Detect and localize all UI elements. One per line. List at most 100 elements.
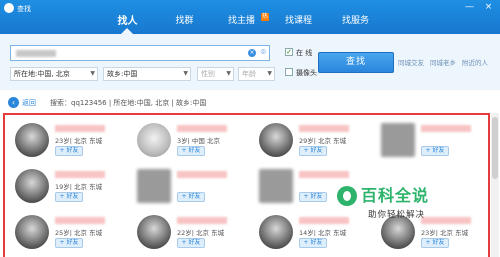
chevron-down-icon: ▼ xyxy=(90,68,95,80)
avatar[interactable] xyxy=(137,215,171,249)
search-summary: 搜索：qq123456 | 所在地:中国, 北京 | 故乡:中国 xyxy=(50,98,206,108)
avatar[interactable] xyxy=(15,123,49,157)
title-bar: 查找 — × 找人 找群 找主播 热 找课程 找服务 xyxy=(0,0,500,34)
link-local-hometown[interactable]: 同城老乡 xyxy=(430,57,456,67)
tab-find-group[interactable]: 找群 xyxy=(156,9,213,34)
breadcrumb: ‹ 返回 搜索：qq123456 | 所在地:中国, 北京 | 故乡:中国 xyxy=(0,91,500,113)
hot-badge: 热 xyxy=(261,13,269,21)
camera-checkbox[interactable] xyxy=(285,68,293,76)
scrollbar-thumb[interactable] xyxy=(492,117,498,179)
online-checkbox[interactable]: ✓ xyxy=(285,48,293,56)
avatar[interactable] xyxy=(259,123,293,157)
nickname-blurred xyxy=(299,171,349,178)
nickname-blurred xyxy=(421,125,471,132)
nickname-blurred xyxy=(55,125,105,132)
link-nearby-people[interactable]: 附近的人 xyxy=(462,57,488,67)
search-panel: × ⌾ ✓ 在 线 摄像头 查找 同城交友 同城老乡 附近的人 所在地:中国, … xyxy=(0,34,500,90)
avatar[interactable] xyxy=(137,123,171,157)
result-card[interactable]: 19岁| 北京 东城 + 好友 xyxy=(11,167,131,211)
age-value: 年龄 xyxy=(242,70,256,78)
online-label: 在 线 xyxy=(296,48,312,58)
add-friend-button[interactable]: + 好友 xyxy=(55,192,83,202)
user-info: 23岁| 北京 东城 xyxy=(55,135,102,145)
watermark-subtitle: 助你轻松解决 xyxy=(368,208,425,220)
search-input[interactable]: × ⌾ xyxy=(10,45,270,61)
add-friend-button[interactable]: + 好友 xyxy=(177,238,205,248)
add-friend-button[interactable]: + 好友 xyxy=(421,238,449,248)
user-info: 3岁| 中国 北京 xyxy=(177,135,220,145)
close-button[interactable]: × xyxy=(481,1,496,13)
tab-find-service[interactable]: 找服务 xyxy=(327,9,384,34)
search-input-value-blurred xyxy=(16,50,56,57)
nickname-blurred xyxy=(299,217,349,224)
result-card[interactable]: + 好友 xyxy=(255,167,375,211)
add-friend-button[interactable]: + 好友 xyxy=(299,192,327,202)
window-title: 查找 xyxy=(17,4,31,14)
result-card[interactable]: + 好友 xyxy=(133,167,253,211)
watermark-logo-icon xyxy=(337,186,357,206)
result-card[interactable]: 29岁| 北京 东城 + 好友 xyxy=(255,121,375,165)
add-friend-button[interactable]: + 好友 xyxy=(55,146,83,156)
minimize-button[interactable]: — xyxy=(462,1,477,13)
app-logo-icon xyxy=(4,3,14,13)
tab-find-people[interactable]: 找人 xyxy=(99,9,156,34)
avatar[interactable] xyxy=(15,215,49,249)
nickname-blurred xyxy=(299,125,349,132)
nickname-blurred xyxy=(177,217,227,224)
nickname-blurred xyxy=(55,217,105,224)
result-card[interactable]: 25岁| 北京 东城 + 好友 xyxy=(11,213,131,257)
nickname-blurred xyxy=(177,171,227,178)
search-location: 所在地:中国, 北京 xyxy=(113,99,169,107)
search-hometown: 故乡:中国 xyxy=(176,99,206,107)
location-value: 所在地:中国, 北京 xyxy=(14,70,70,78)
result-card[interactable]: 22岁| 北京 东城 + 好友 xyxy=(133,213,253,257)
add-friend-button[interactable]: + 好友 xyxy=(299,146,327,156)
result-card[interactable]: 14岁| 北京 东城 + 好友 xyxy=(255,213,375,257)
result-card[interactable]: 3岁| 中国 北京 + 好友 xyxy=(133,121,253,165)
results-scrollbar[interactable] xyxy=(491,113,499,257)
link-local-friends[interactable]: 同城交友 xyxy=(398,57,424,67)
avatar[interactable] xyxy=(259,215,293,249)
tab-bar: 找人 找群 找主播 热 找课程 找服务 xyxy=(99,9,384,34)
back-arrow-icon[interactable]: ‹ xyxy=(8,97,19,108)
add-friend-button[interactable]: + 好友 xyxy=(55,238,83,248)
add-friend-button[interactable]: + 好友 xyxy=(177,192,205,202)
location-pin-icon[interactable]: ⌾ xyxy=(261,48,266,58)
result-card[interactable]: 23岁| 北京 东城 + 好友 xyxy=(11,121,131,165)
hometown-value: 故乡:中国 xyxy=(107,70,137,78)
back-link[interactable]: 返回 xyxy=(22,98,36,108)
search-prefix: 搜索： xyxy=(50,99,71,107)
add-friend-button[interactable]: + 好友 xyxy=(299,238,327,248)
user-info: 22岁| 北京 东城 xyxy=(177,227,224,237)
clear-icon[interactable]: × xyxy=(248,49,256,57)
add-friend-button[interactable]: + 好友 xyxy=(177,146,205,156)
tab-find-course[interactable]: 找课程 xyxy=(270,9,327,34)
nickname-blurred xyxy=(177,125,227,132)
add-friend-button[interactable]: + 好友 xyxy=(421,146,449,156)
user-info: 23岁| 北京 东城 xyxy=(421,227,468,237)
gender-dropdown[interactable]: 性别 ▼ xyxy=(197,67,234,81)
nickname-blurred xyxy=(421,217,471,224)
avatar[interactable] xyxy=(137,169,171,203)
tab-label: 找主播 xyxy=(228,16,255,26)
hometown-dropdown[interactable]: 故乡:中国 ▼ xyxy=(103,67,191,81)
avatar[interactable] xyxy=(259,169,293,203)
location-dropdown[interactable]: 所在地:中国, 北京 ▼ xyxy=(10,67,98,81)
search-button[interactable]: 查找 xyxy=(318,52,394,73)
user-info: 25岁| 北京 东城 xyxy=(55,227,102,237)
age-dropdown[interactable]: 年龄 ▼ xyxy=(238,67,275,81)
search-query: qq123456 xyxy=(71,99,107,107)
watermark-title: 百科全说 xyxy=(361,182,429,206)
user-info: 29岁| 北京 东城 xyxy=(299,135,346,145)
user-info: 14岁| 北京 东城 xyxy=(299,227,346,237)
chevron-down-icon: ▼ xyxy=(183,68,188,80)
camera-label: 摄像头 xyxy=(296,68,317,78)
tab-find-streamer[interactable]: 找主播 热 xyxy=(213,9,270,34)
avatar[interactable] xyxy=(15,169,49,203)
result-card[interactable]: + 好友 xyxy=(377,121,497,165)
avatar[interactable] xyxy=(381,215,415,249)
chevron-down-icon: ▼ xyxy=(226,68,231,80)
gender-value: 性别 xyxy=(201,70,215,78)
avatar[interactable] xyxy=(381,123,415,157)
chevron-down-icon: ▼ xyxy=(267,68,272,80)
